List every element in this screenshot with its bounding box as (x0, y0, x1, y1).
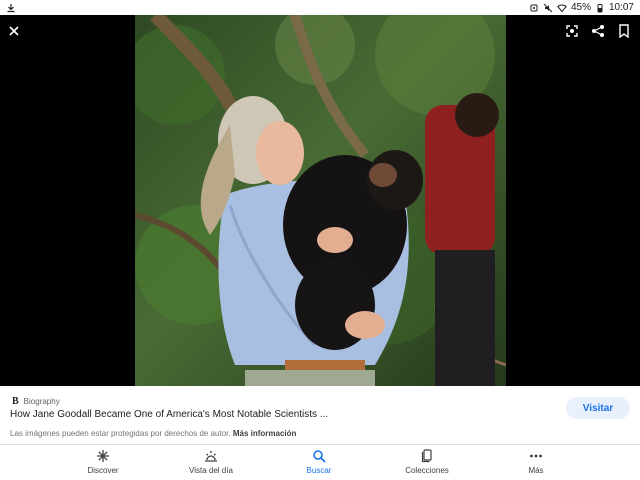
nav-mas[interactable]: Más (496, 449, 576, 479)
sun-icon (205, 451, 217, 462)
share-button[interactable] (588, 21, 608, 41)
nav-label-colecciones: Colecciones (405, 466, 449, 475)
wifi-icon (557, 4, 567, 12)
nav-label-vista-del-dia: Vista del día (189, 466, 233, 475)
bottom-navigation: Discover Vista del día Buscar Coleccione… (0, 444, 640, 480)
source-logo: B (12, 396, 19, 407)
visit-button[interactable]: Visitar (566, 397, 630, 419)
status-bar: 45% 10:07 (0, 0, 640, 15)
nav-label-buscar: Buscar (306, 466, 332, 475)
collections-icon (421, 449, 432, 463)
bookmark-icon (619, 24, 629, 38)
battery-percent: 45% (570, 2, 591, 13)
close-button[interactable] (4, 21, 24, 41)
copyright-text: Las imágenes pueden estar protegidas por… (10, 429, 231, 438)
nav-buscar[interactable]: Buscar (279, 449, 359, 479)
bookmark-button[interactable] (614, 21, 634, 41)
search-icon (313, 450, 326, 463)
photo-woman-holding-chimpanzee[interactable] (135, 15, 506, 386)
nav-colecciones[interactable]: Colecciones (387, 449, 467, 479)
nav-label-discover: Discover (87, 466, 119, 475)
alarm-icon (530, 4, 538, 11)
asterisk-icon (97, 450, 109, 462)
nav-discover[interactable]: Discover (63, 449, 143, 479)
battery-icon (597, 3, 603, 12)
share-icon (592, 25, 604, 37)
lens-icon (566, 25, 578, 37)
result-title[interactable]: How Jane Goodall Became One of America's… (10, 409, 328, 420)
mute-icon (543, 3, 553, 12)
image-viewer (0, 15, 640, 386)
nav-label-mas: Más (528, 466, 544, 475)
download-icon (7, 3, 15, 12)
close-icon (9, 26, 19, 36)
clock: 10:07 (608, 2, 634, 13)
lens-button[interactable] (562, 21, 582, 41)
nav-vista-del-dia[interactable]: Vista del día (171, 449, 251, 479)
more-info-link[interactable]: Más información (233, 429, 297, 438)
source-name: Biography (23, 397, 60, 406)
source[interactable]: B Biography (12, 396, 60, 407)
more-icon (530, 454, 542, 458)
copyright-notice: Las imágenes pueden estar protegidas por… (10, 429, 296, 438)
